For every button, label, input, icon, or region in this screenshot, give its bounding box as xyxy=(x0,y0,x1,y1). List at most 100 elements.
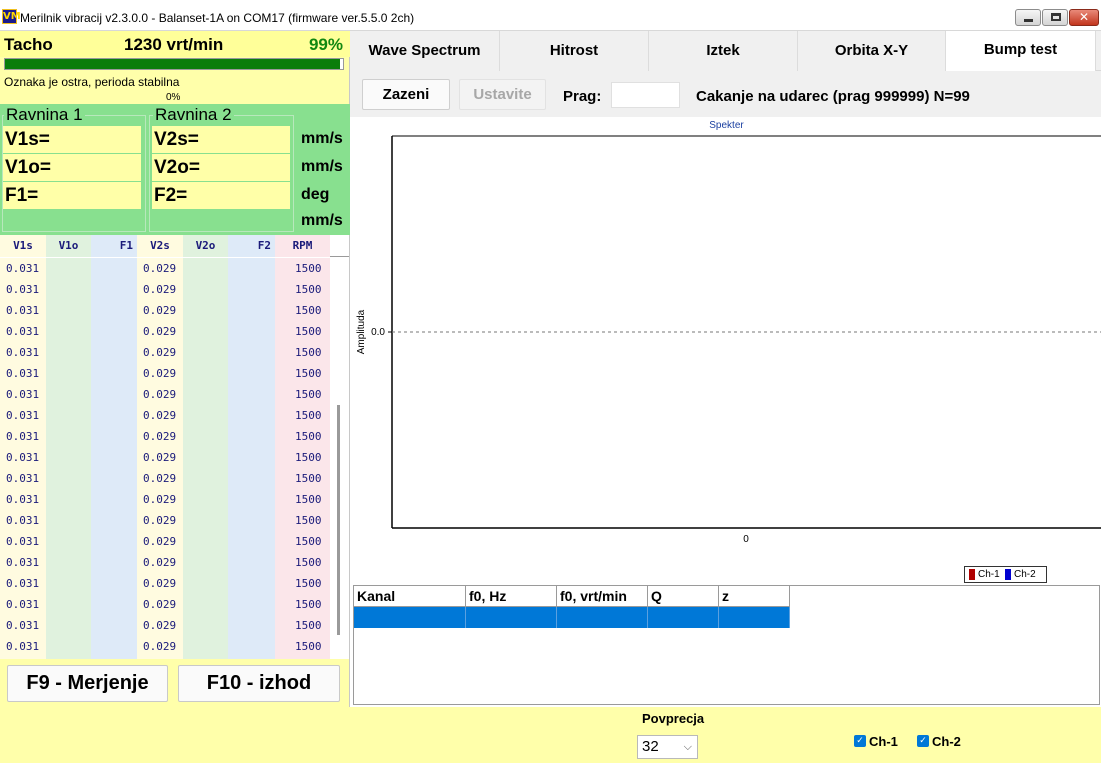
spectrum-chart-svg: Spekter 0.0 0 Amplituda xyxy=(356,120,1101,545)
table-row[interactable]: 0.031 0.029 1500 xyxy=(0,384,349,405)
table-cell-v2s: 0.029 xyxy=(143,451,177,464)
y-tick-label: 0.0 xyxy=(371,327,385,338)
table-row[interactable]: 0.031 0.029 1500 xyxy=(0,510,349,531)
tab-wave-spectrum[interactable]: Wave Spectrum xyxy=(350,31,500,71)
plane-1-title: Ravnina 1 xyxy=(4,105,85,125)
table-row[interactable]: 0.031 0.029 1500 xyxy=(0,552,349,573)
selected-row-cell[interactable] xyxy=(648,607,719,628)
table-cell-v1s: 0.031 xyxy=(6,388,40,401)
column-header-f0-hz[interactable]: f0, Hz xyxy=(466,586,557,607)
table-cell-rpm: 1500 xyxy=(295,304,322,317)
table-scrollbar[interactable] xyxy=(337,405,340,635)
table-cell-rpm: 1500 xyxy=(295,430,322,443)
bump-test-toolbar: Zazeni Ustavite Prag: Cakanje na udarec … xyxy=(350,71,1101,117)
app-logo-icon: VM xyxy=(2,9,21,24)
table-row[interactable]: 0.031 0.029 1500 xyxy=(0,636,349,657)
tab-bump-test[interactable]: Bump test xyxy=(946,31,1096,72)
column-header-f2[interactable]: F2 xyxy=(228,235,275,257)
legend-swatch-ch2 xyxy=(1005,569,1011,580)
plane-2-title: Ravnina 2 xyxy=(153,105,234,125)
selected-row-cell[interactable] xyxy=(354,607,466,628)
column-header-kanal[interactable]: Kanal xyxy=(354,586,466,607)
table-cell-v1s: 0.031 xyxy=(6,367,40,380)
maximize-button[interactable] xyxy=(1042,9,1068,26)
table-cell-v2s: 0.029 xyxy=(143,346,177,359)
table-cell-v1s: 0.031 xyxy=(6,577,40,590)
tacho-row: Tacho 1230 vrt/min 99% xyxy=(0,31,350,57)
table-cell-v1s: 0.031 xyxy=(6,346,40,359)
spectrum-chart: Spekter 0.0 0 Amplituda Ch-1 Ch-2 xyxy=(350,117,1101,590)
table-cell-v2s: 0.029 xyxy=(143,388,177,401)
table-cell-v1s: 0.031 xyxy=(6,430,40,443)
table-cell-v2s: 0.029 xyxy=(143,325,177,338)
table-row[interactable]: 0.031 0.029 1500 xyxy=(0,321,349,342)
tab-orbita-xy[interactable]: Orbita X-Y xyxy=(798,31,946,71)
table-row[interactable]: 0.031 0.029 1500 xyxy=(0,531,349,552)
tab-iztek[interactable]: Iztek xyxy=(649,31,798,71)
measurements-table-header: V1s V1o F1 V2s V2o F2 RPM xyxy=(0,235,349,257)
y-axis-label: Amplituda xyxy=(356,309,367,354)
table-row[interactable]: 0.031 0.029 1500 xyxy=(0,615,349,636)
measurements-table-body: 0.031 0.029 1500 0.031 0.029 1500 0.031 0.029 15… xyxy=(0,258,349,659)
column-header-rpm[interactable]: RPM xyxy=(275,235,330,257)
v2o-field: V2o= xyxy=(152,154,290,181)
f2-field: F2= xyxy=(152,182,290,209)
column-header-v1o[interactable]: V1o xyxy=(46,235,91,257)
table-row[interactable]: 0.031 0.029 1500 xyxy=(0,300,349,321)
selected-row-cell[interactable] xyxy=(557,607,648,628)
table-cell-rpm: 1500 xyxy=(295,493,322,506)
table-row[interactable]: 0.031 0.029 1500 xyxy=(0,573,349,594)
column-header-z[interactable]: z xyxy=(719,586,790,607)
table-cell-v2s: 0.029 xyxy=(143,556,177,569)
measure-button[interactable]: F9 - Merjenje xyxy=(7,665,168,702)
table-cell-v1s: 0.031 xyxy=(6,325,40,338)
selected-row-cell[interactable] xyxy=(719,607,790,628)
ch1-checkbox[interactable]: ✓ Ch-1 xyxy=(854,735,898,749)
column-header-v1s[interactable]: V1s xyxy=(0,235,46,257)
tab-bar: Wave Spectrum Hitrost Iztek Orbita X-Y B… xyxy=(350,31,1101,72)
start-button[interactable]: Zazeni xyxy=(362,79,450,110)
tab-hitrost[interactable]: Hitrost xyxy=(500,31,649,71)
stop-button[interactable]: Ustavite xyxy=(459,79,546,110)
v1s-field: V1s= xyxy=(3,126,141,153)
averages-select[interactable]: 32 ⌵ xyxy=(637,735,698,759)
table-row[interactable]: 0.031 0.029 1500 xyxy=(0,258,349,279)
table-cell-v2s: 0.029 xyxy=(143,283,177,296)
unit-label: mm/s xyxy=(301,130,343,147)
column-header-f1[interactable]: F1 xyxy=(91,235,137,257)
table-row[interactable]: 0.031 0.029 1500 xyxy=(0,405,349,426)
table-cell-v2s: 0.029 xyxy=(143,430,177,443)
x-tick-label: 0 xyxy=(743,534,749,545)
column-header-q[interactable]: Q xyxy=(648,586,719,607)
table-cell-v2s: 0.029 xyxy=(143,577,177,590)
column-header-v2o[interactable]: V2o xyxy=(183,235,228,257)
table-cell-v2s: 0.029 xyxy=(143,535,177,548)
chart-title: Spekter xyxy=(709,120,744,131)
table-cell-v1s: 0.031 xyxy=(6,304,40,317)
table-cell-v1s: 0.031 xyxy=(6,451,40,464)
table-cell-rpm: 1500 xyxy=(295,514,322,527)
selected-row-cell[interactable] xyxy=(466,607,557,628)
legend-label-ch2: Ch-2 xyxy=(1014,569,1036,580)
column-header-v2s[interactable]: V2s xyxy=(137,235,183,257)
threshold-input[interactable] xyxy=(611,82,680,108)
minimize-button[interactable] xyxy=(1015,9,1041,26)
table-row[interactable]: 0.031 0.029 1500 xyxy=(0,447,349,468)
column-header-f0-rpm[interactable]: f0, vrt/min xyxy=(557,586,648,607)
measurements-table[interactable]: V1s V1o F1 V2s V2o F2 RPM 0.031 0.029 1500 0.031 0… xyxy=(0,235,349,659)
close-button[interactable]: ✕ xyxy=(1069,9,1099,26)
table-cell-rpm: 1500 xyxy=(295,409,322,422)
table-cell-v2s: 0.029 xyxy=(143,304,177,317)
table-row[interactable]: 0.031 0.029 1500 xyxy=(0,489,349,510)
table-cell-rpm: 1500 xyxy=(295,619,322,632)
table-row[interactable]: 0.031 0.029 1500 xyxy=(0,342,349,363)
exit-button[interactable]: F10 - izhod xyxy=(178,665,340,702)
table-row[interactable]: 0.031 0.029 1500 xyxy=(0,468,349,489)
ch2-checkbox[interactable]: ✓ Ch-2 xyxy=(917,735,961,749)
bump-results-table[interactable]: Kanal f0, Hz f0, vrt/min Q z xyxy=(353,585,1100,705)
table-row[interactable]: 0.031 0.029 1500 xyxy=(0,279,349,300)
table-row[interactable]: 0.031 0.029 1500 xyxy=(0,426,349,447)
table-row[interactable]: 0.031 0.029 1500 xyxy=(0,363,349,384)
table-row[interactable]: 0.031 0.029 1500 xyxy=(0,594,349,615)
table-cell-v2s: 0.029 xyxy=(143,262,177,275)
